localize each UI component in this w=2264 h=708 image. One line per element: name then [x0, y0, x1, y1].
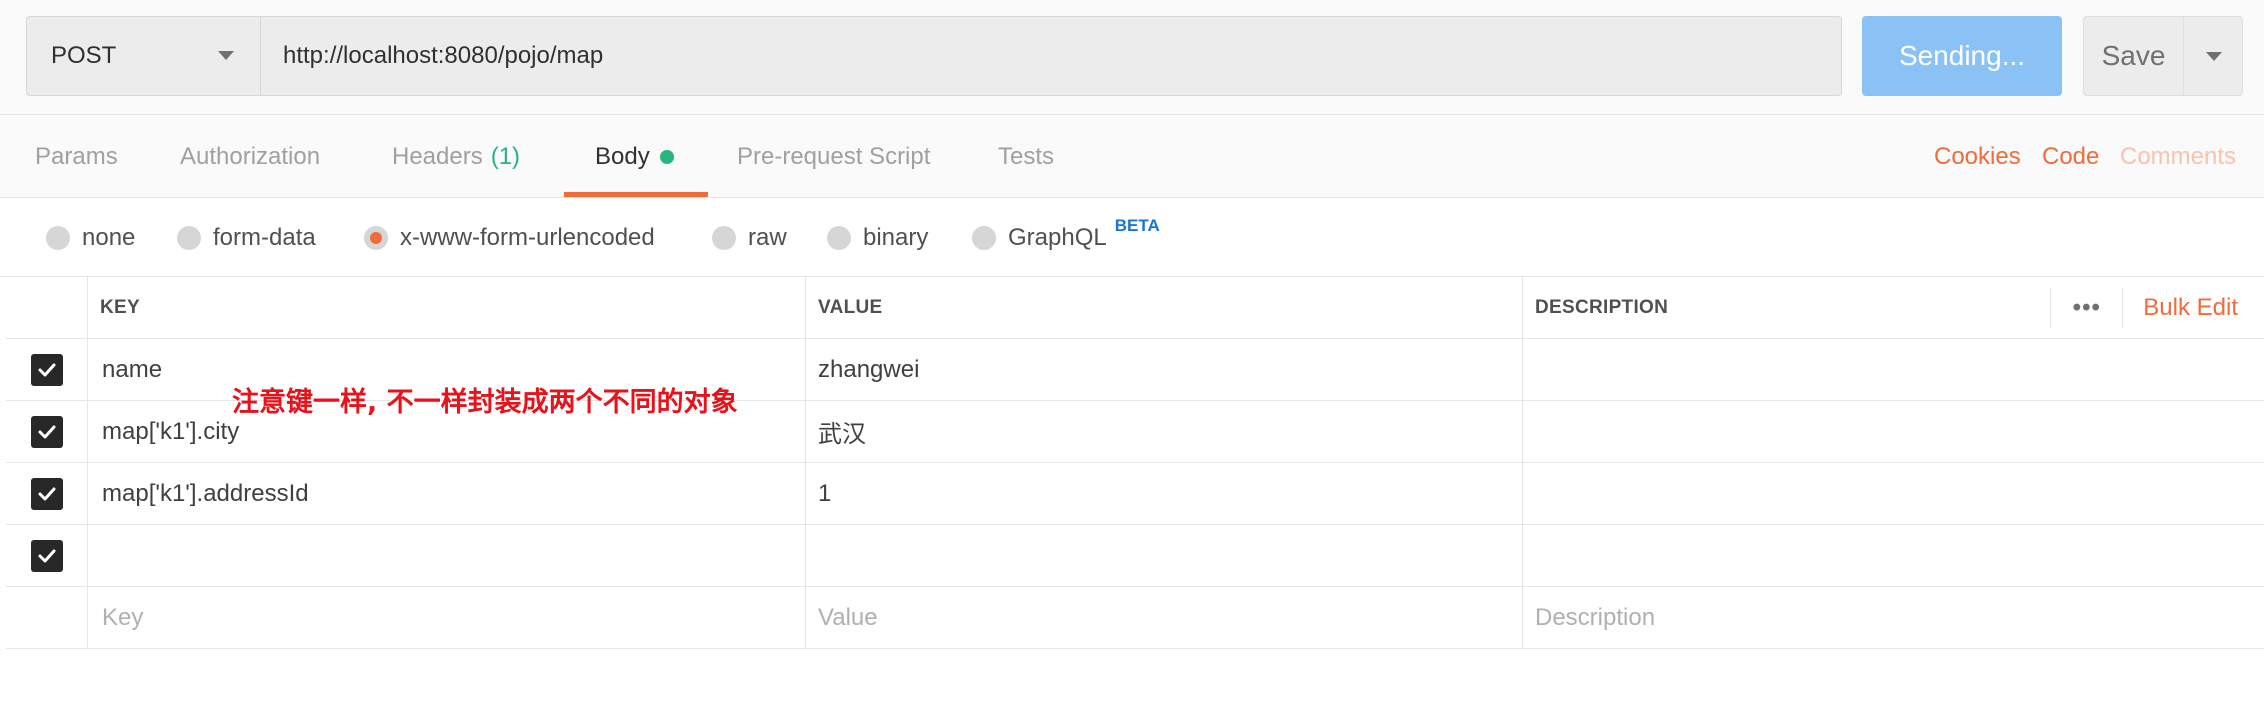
request-url-bar: POST http://localhost:8080/pojo/map Send… — [0, 0, 2264, 115]
save-button[interactable]: Save — [2083, 16, 2183, 96]
row-check-cell — [6, 525, 88, 586]
tab-label: Headers — [392, 142, 483, 170]
radio-icon — [827, 226, 851, 250]
bulk-edit-link[interactable]: Bulk Edit — [2122, 288, 2264, 328]
checkbox-checked-icon[interactable] — [30, 477, 63, 510]
table-row — [6, 525, 2264, 587]
url-text: http://localhost:8080/pojo/map — [283, 42, 604, 69]
tab-params[interactable]: Params — [35, 115, 118, 198]
radio-label: form-data — [213, 224, 316, 251]
description-input[interactable] — [1523, 339, 2264, 400]
radio-label: none — [82, 224, 136, 251]
beta-badge: BETA — [1114, 216, 1160, 235]
request-tabs: Params Authorization Headers (1) Body Pr… — [0, 115, 2264, 198]
radio-icon — [46, 226, 70, 250]
active-tab-indicator — [564, 192, 708, 197]
new-key-input[interactable]: Key — [88, 587, 806, 648]
value-input[interactable]: zhangwei — [806, 339, 1523, 400]
description-input[interactable] — [1523, 401, 2264, 462]
annotation-note: 注意键一样, 不一样封装成两个不同的对象 — [232, 387, 738, 418]
key-input[interactable]: map['k1'].addressId — [88, 463, 806, 524]
tab-label: Authorization — [180, 142, 321, 170]
more-options-icon[interactable]: ••• — [2050, 288, 2122, 328]
code-link[interactable]: Code — [2042, 115, 2099, 198]
checkbox-checked-icon[interactable] — [30, 415, 63, 448]
row-check-cell — [6, 587, 88, 648]
tab-label: Body — [595, 142, 650, 170]
column-header-key: KEY — [88, 277, 806, 338]
table-row-new: Key Value Description — [6, 587, 2264, 649]
chevron-down-icon — [2206, 52, 2222, 61]
checkbox-checked-icon[interactable] — [30, 539, 63, 572]
description-input[interactable] — [1523, 463, 2264, 524]
radio-label: raw — [748, 224, 787, 251]
row-check-cell — [6, 339, 88, 400]
cookies-link[interactable]: Cookies — [1934, 115, 2021, 198]
tab-authorization[interactable]: Authorization — [180, 115, 320, 198]
method-label: POST — [51, 42, 117, 69]
row-check-cell — [6, 463, 88, 524]
tab-headers[interactable]: Headers (1) — [392, 115, 520, 198]
method-select[interactable]: POST — [26, 16, 260, 96]
radio-icon — [712, 226, 736, 250]
body-type-form-data[interactable]: form-data — [177, 199, 316, 277]
table-header-tools: ••• Bulk Edit — [2050, 277, 2264, 339]
tab-body[interactable]: Body — [595, 115, 674, 198]
postman-request-editor: POST http://localhost:8080/pojo/map Send… — [0, 0, 2264, 708]
send-button[interactable]: Sending... — [1862, 16, 2062, 96]
tab-tests[interactable]: Tests — [998, 115, 1054, 198]
body-params-table: KEY VALUE DESCRIPTION ••• Bulk Edit name… — [6, 277, 2264, 649]
tab-label: Pre-request Script — [737, 142, 931, 170]
body-type-options: none form-data x-www-form-urlencoded raw… — [0, 199, 2264, 277]
key-input[interactable] — [88, 525, 806, 586]
value-input[interactable]: 1 — [806, 463, 1523, 524]
save-options-button[interactable] — [2183, 16, 2243, 96]
row-check-cell — [6, 401, 88, 462]
tab-label: Params — [35, 142, 118, 170]
header-check-cell — [6, 277, 88, 338]
description-input[interactable] — [1523, 525, 2264, 586]
table-row: map['k1'].addressId 1 — [6, 463, 2264, 525]
body-type-binary[interactable]: binary — [827, 199, 928, 277]
radio-icon — [972, 226, 996, 250]
comments-link[interactable]: Comments — [2120, 115, 2236, 198]
new-value-input[interactable]: Value — [806, 587, 1523, 648]
table-header-row: KEY VALUE DESCRIPTION ••• Bulk Edit — [6, 277, 2264, 339]
radio-label: x-www-form-urlencoded — [400, 224, 655, 251]
tab-pre-request-script[interactable]: Pre-request Script — [737, 115, 930, 198]
column-header-value: VALUE — [806, 277, 1523, 338]
chevron-down-icon — [218, 51, 234, 60]
radio-label: binary — [863, 224, 929, 251]
body-type-none[interactable]: none — [46, 199, 135, 277]
headers-count-badge: (1) — [490, 142, 521, 170]
body-type-urlencoded[interactable]: x-www-form-urlencoded — [364, 199, 655, 277]
body-type-graphql[interactable]: GraphQL BETA — [972, 199, 1160, 277]
tab-label: Tests — [998, 142, 1055, 170]
radio-selected-icon — [364, 226, 388, 250]
checkbox-checked-icon[interactable] — [30, 353, 63, 386]
value-input[interactable] — [806, 525, 1523, 586]
radio-label: GraphQL — [1008, 224, 1107, 251]
new-description-input[interactable]: Description — [1523, 587, 2264, 648]
radio-icon — [177, 226, 201, 250]
status-dot-icon — [659, 149, 674, 164]
body-type-raw[interactable]: raw — [712, 199, 787, 277]
value-input[interactable]: 武汉 — [806, 401, 1523, 462]
url-input[interactable]: http://localhost:8080/pojo/map — [260, 16, 1842, 96]
